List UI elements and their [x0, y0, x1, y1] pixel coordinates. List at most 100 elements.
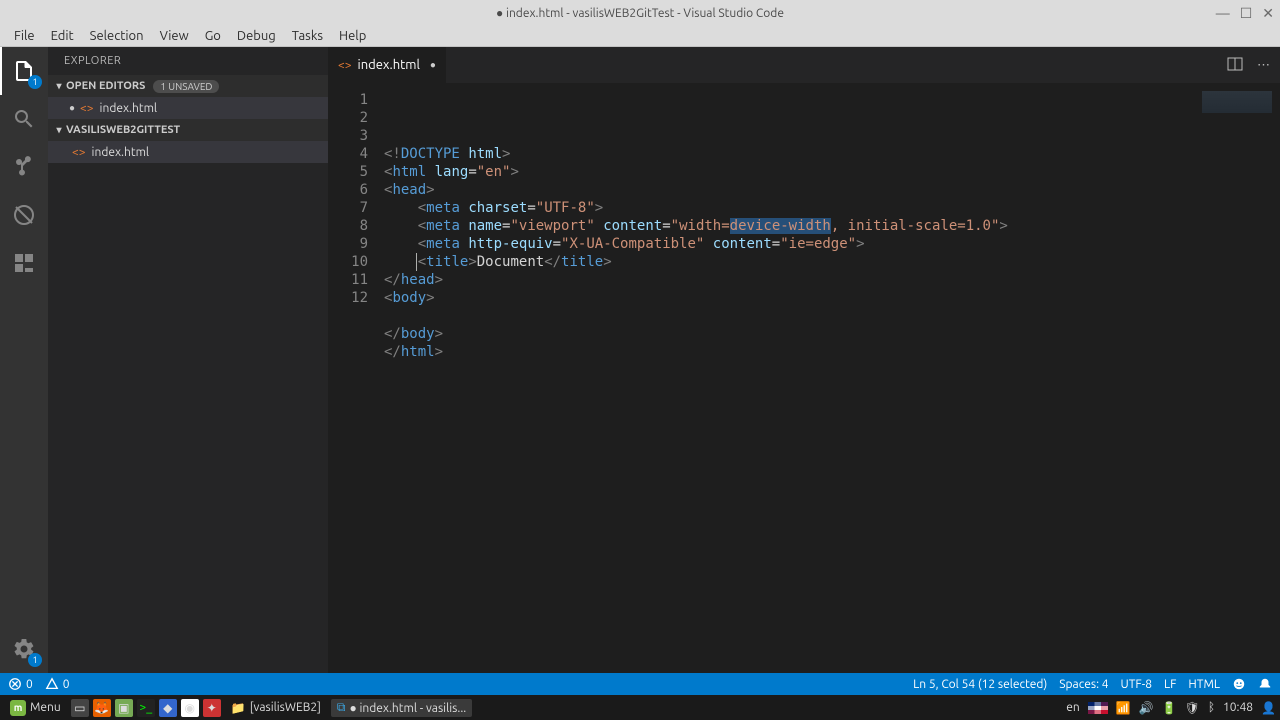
- os-taskbar: m Menu ▭ 🦊 ▣ >_ ◆ ◉ ✦ 📁 [vasilisWEB2] ⧉ …: [0, 695, 1280, 720]
- show-desktop-icon[interactable]: ▭: [71, 699, 89, 717]
- firefox-icon[interactable]: 🦊: [93, 699, 111, 717]
- status-notifications-icon[interactable]: [1258, 677, 1272, 691]
- line-number: 2: [328, 109, 368, 127]
- code-line[interactable]: <html lang="en">: [384, 163, 1180, 181]
- code-area[interactable]: <!DOCTYPE html><html lang="en"><head> <m…: [380, 83, 1180, 673]
- mint-logo-icon: m: [10, 700, 26, 716]
- project-file[interactable]: <> index.html: [48, 141, 328, 163]
- line-number: 11: [328, 271, 368, 289]
- folder-icon: 📁: [231, 701, 246, 715]
- activity-settings-icon[interactable]: 1: [0, 625, 48, 673]
- activity-debug-icon[interactable]: [0, 191, 48, 239]
- chevron-down-icon: ▾: [52, 124, 66, 136]
- status-warnings[interactable]: 0: [45, 677, 70, 691]
- code-line[interactable]: </html>: [384, 343, 1180, 361]
- menu-file[interactable]: File: [6, 27, 43, 45]
- window-maximize-icon[interactable]: ☐: [1240, 5, 1253, 22]
- project-label: VASILISWEB2GITTEST: [66, 124, 180, 136]
- html-file-icon: <>: [338, 59, 352, 72]
- activity-search-icon[interactable]: [0, 95, 48, 143]
- code-line[interactable]: <body>: [384, 289, 1180, 307]
- line-number: 12: [328, 289, 368, 307]
- menu-help[interactable]: Help: [331, 27, 374, 45]
- menu-edit[interactable]: Edit: [43, 27, 82, 45]
- keyboard-lang[interactable]: en: [1066, 701, 1079, 714]
- code-line[interactable]: </head>: [384, 271, 1180, 289]
- app-icon[interactable]: ◆: [159, 699, 177, 717]
- file-name: index.html: [92, 146, 150, 159]
- terminal-icon[interactable]: >_: [137, 699, 155, 717]
- text-cursor: [416, 253, 417, 271]
- activity-explorer-icon[interactable]: 1: [0, 47, 48, 95]
- code-line[interactable]: [384, 307, 1180, 325]
- taskbar-folder-window[interactable]: 📁 [vasilisWEB2]: [225, 699, 327, 717]
- line-number: 10: [328, 253, 368, 271]
- line-number: 4: [328, 145, 368, 163]
- explorer-badge: 1: [28, 75, 42, 89]
- chevron-down-icon: ▾: [52, 80, 66, 92]
- line-number: 5: [328, 163, 368, 181]
- chrome-icon[interactable]: ◉: [181, 699, 199, 717]
- status-cursor-position[interactable]: Ln 5, Col 54 (12 selected): [913, 678, 1047, 691]
- code-line[interactable]: <title>Document</title>: [384, 253, 1180, 271]
- menu-tasks[interactable]: Tasks: [284, 27, 331, 45]
- open-editors-header[interactable]: ▾ OPEN EDITORS 1 UNSAVED: [48, 75, 328, 97]
- window-minimize-icon[interactable]: —: [1216, 5, 1230, 22]
- shield-icon[interactable]: 🛡: [1185, 701, 1200, 715]
- menu-view[interactable]: View: [152, 27, 197, 45]
- status-encoding[interactable]: UTF-8: [1121, 678, 1152, 691]
- editor-tab[interactable]: <> index.html ●: [328, 47, 447, 83]
- wifi-icon[interactable]: 📶: [1116, 701, 1131, 715]
- code-editor[interactable]: 123456789101112 <!DOCTYPE html><html lan…: [328, 83, 1280, 673]
- status-indent[interactable]: Spaces: 4: [1059, 678, 1108, 691]
- code-line[interactable]: <meta name="viewport" content="width=dev…: [384, 217, 1180, 235]
- line-number: 9: [328, 235, 368, 253]
- menu-debug[interactable]: Debug: [229, 27, 284, 45]
- status-eol[interactable]: LF: [1164, 678, 1176, 691]
- menu-selection[interactable]: Selection: [82, 27, 152, 45]
- line-number: 6: [328, 181, 368, 199]
- status-language[interactable]: HTML: [1188, 678, 1220, 691]
- modified-dot-icon: ●: [66, 102, 78, 114]
- file-name: index.html: [100, 102, 158, 115]
- open-editor-file[interactable]: ● <> index.html: [48, 97, 328, 119]
- code-line[interactable]: <!DOCTYPE html>: [384, 145, 1180, 163]
- line-number: 1: [328, 91, 368, 109]
- os-menu-button[interactable]: m Menu: [4, 698, 67, 718]
- taskbar-vscode-window[interactable]: ⧉ ● index.html - vasilis...: [331, 699, 472, 717]
- volume-icon[interactable]: 🔊: [1139, 701, 1154, 715]
- sidebar-title: EXPLORER: [48, 47, 328, 75]
- app-icon[interactable]: ✦: [203, 699, 221, 717]
- status-feedback-icon[interactable]: [1232, 677, 1246, 691]
- open-editors-label: OPEN EDITORS: [66, 80, 145, 92]
- unsaved-badge: 1 UNSAVED: [153, 80, 219, 93]
- battery-icon[interactable]: 🔋: [1162, 701, 1177, 715]
- clock[interactable]: 10:48: [1223, 701, 1253, 714]
- files-icon[interactable]: ▣: [115, 699, 133, 717]
- line-number: 3: [328, 127, 368, 145]
- activity-git-icon[interactable]: [0, 143, 48, 191]
- modified-dot-icon: ●: [430, 59, 436, 71]
- window-close-icon[interactable]: ✕: [1262, 5, 1274, 22]
- menu-bar: FileEditSelectionViewGoDebugTasksHelp: [0, 26, 1280, 47]
- html-file-icon: <>: [80, 102, 94, 115]
- line-number: 7: [328, 199, 368, 217]
- code-line[interactable]: <meta charset="UTF-8">: [384, 199, 1180, 217]
- menu-go[interactable]: Go: [197, 27, 229, 45]
- status-errors[interactable]: 0: [8, 677, 33, 691]
- bluetooth-icon[interactable]: ᛒ: [1208, 701, 1215, 714]
- code-line[interactable]: <head>: [384, 181, 1180, 199]
- more-actions-icon[interactable]: ⋯: [1257, 58, 1270, 73]
- uk-flag-icon[interactable]: [1088, 702, 1108, 714]
- line-number: 8: [328, 217, 368, 235]
- user-icon[interactable]: 👤: [1261, 701, 1276, 715]
- tab-bar: <> index.html ● ⋯: [328, 47, 1280, 83]
- editor-group: <> index.html ● ⋯ 123456789101112 <!DOCT…: [328, 47, 1280, 673]
- activity-extensions-icon[interactable]: [0, 239, 48, 287]
- split-editor-icon[interactable]: [1227, 56, 1243, 75]
- code-line[interactable]: </body>: [384, 325, 1180, 343]
- code-line[interactable]: <meta http-equiv="X-UA-Compatible" conte…: [384, 235, 1180, 253]
- minimap[interactable]: [1180, 83, 1280, 673]
- html-file-icon: <>: [72, 146, 86, 159]
- project-header[interactable]: ▾ VASILISWEB2GITTEST: [48, 119, 328, 141]
